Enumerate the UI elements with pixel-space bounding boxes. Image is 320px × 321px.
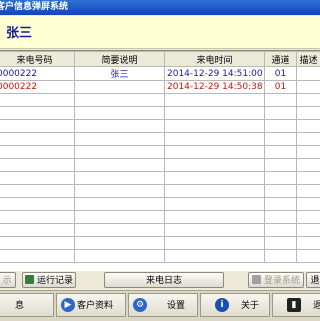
cell-number: 0000222: [0, 67, 75, 81]
table-header-row: 来电号码 简要说明 来电时间 通道 描述: [0, 52, 320, 67]
call-log-button[interactable]: 来电日志: [104, 272, 224, 288]
login-icon: [252, 275, 261, 284]
cell-note: [75, 81, 165, 94]
run-log-button[interactable]: 运行记录: [22, 272, 76, 288]
customer-icon: ▶: [61, 298, 75, 312]
settings-icon: ⚙: [133, 298, 147, 312]
table-row[interactable]: 0000222 张三 2014-12-29 14:51:00 01: [0, 67, 320, 81]
tab-about-label: 关于: [241, 294, 259, 317]
login-label: 登录系统: [264, 276, 300, 286]
table-row-empty: [0, 237, 320, 250]
bottom-tab-bar: 息 ▶ 客户资料 ⚙ 设置 i 关于 ▮ 退: [0, 290, 320, 321]
table-row-empty: [0, 159, 320, 172]
table-row-empty: [0, 250, 320, 263]
table-row-empty: [0, 198, 320, 211]
cell-note: 张三: [75, 67, 165, 81]
tab-exit[interactable]: ▮ 退: [272, 293, 320, 317]
title-bar: 客户信息弹屏系统: [0, 0, 320, 15]
table-row-empty: [0, 107, 320, 120]
column-header-channel[interactable]: 通道: [265, 52, 297, 67]
tab-about[interactable]: i 关于: [200, 293, 270, 317]
caller-name: 张三: [6, 22, 32, 41]
caller-banner: 张三: [0, 16, 320, 49]
table-row-empty: [0, 120, 320, 133]
show-button[interactable]: 示: [0, 272, 16, 288]
tab-customer-label: 客户资料: [77, 294, 113, 317]
tab-settings[interactable]: ⚙ 设置: [128, 293, 198, 317]
table-row-empty: [0, 94, 320, 107]
run-log-label: 运行记录: [37, 276, 73, 286]
table-row-empty: [0, 211, 320, 224]
exit-icon: ▮: [287, 298, 301, 312]
tab-info[interactable]: 息: [0, 293, 54, 317]
table-row-empty: [0, 185, 320, 198]
cell-desc: [297, 67, 320, 81]
table-row-empty: [0, 146, 320, 159]
call-log-grid: 来电号码 简要说明 来电时间 通道 描述 0000222 张三 2014-12-…: [0, 50, 320, 271]
cell-time: 2014-12-29 14:51:00: [165, 67, 265, 81]
tab-customer[interactable]: ▶ 客户资料: [56, 293, 126, 317]
window-title: 客户信息弹屏系统: [0, 0, 68, 15]
cell-channel: 01: [265, 81, 297, 94]
table-row-empty: [0, 133, 320, 146]
table-row-empty: [0, 172, 320, 185]
tab-exit-label: 退: [313, 294, 320, 317]
table-row-empty: [0, 224, 320, 237]
tab-settings-label: 设置: [167, 294, 185, 317]
cell-number: 0000222: [0, 81, 75, 94]
column-header-desc[interactable]: 描述: [297, 52, 320, 67]
cell-desc: [297, 81, 320, 94]
about-icon: i: [215, 298, 229, 312]
bottom-toolbar: 示 运行记录 来电日志 登录系统 退: [0, 272, 320, 290]
login-button[interactable]: 登录系统: [248, 272, 304, 288]
column-header-note[interactable]: 简要说明: [75, 52, 165, 67]
cell-channel: 01: [265, 67, 297, 81]
table-row[interactable]: 0000222 2014-12-29 14:50:38 01: [0, 81, 320, 94]
exit-button-label: 退: [310, 276, 319, 286]
show-button-label: 示: [2, 276, 11, 286]
exit-button[interactable]: 退: [306, 272, 320, 288]
column-header-number[interactable]: 来电号码: [0, 52, 75, 67]
call-log-table: 来电号码 简要说明 来电时间 通道 描述 0000222 张三 2014-12-…: [0, 51, 320, 263]
cell-time: 2014-12-29 14:50:38: [165, 81, 265, 94]
tab-info-label: 息: [15, 294, 24, 317]
column-header-time[interactable]: 来电时间: [165, 52, 265, 67]
log-icon: [25, 275, 34, 284]
call-log-label: 来电日志: [146, 276, 182, 286]
